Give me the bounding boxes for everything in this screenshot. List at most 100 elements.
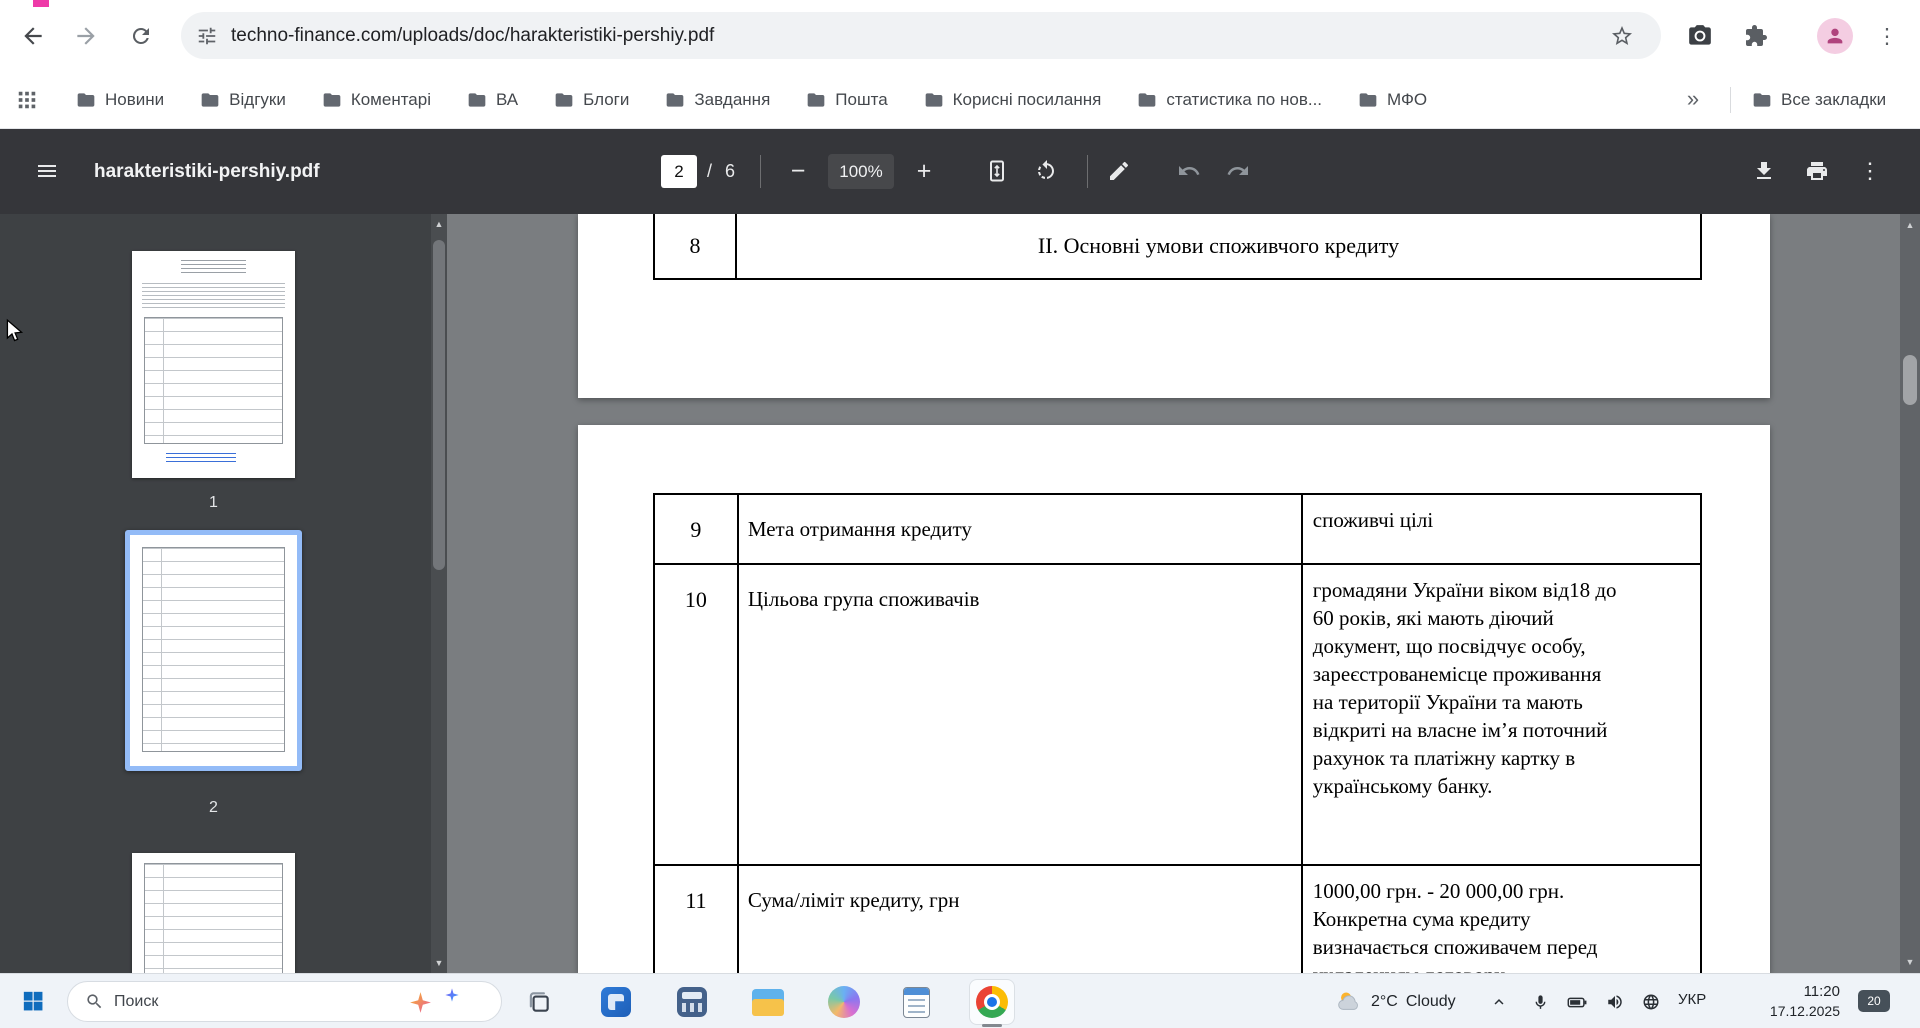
undo-button[interactable] [1168,150,1210,192]
extensions-button[interactable] [1735,15,1777,57]
search-placeholder: Поиск [114,992,159,1010]
reload-button[interactable] [120,15,162,57]
thumb-decoration [142,283,285,309]
star-icon [1612,26,1632,45]
network-tray-button[interactable] [1635,986,1667,1018]
folder-icon [924,90,944,110]
bookmark-star-button[interactable] [1601,15,1643,57]
pdf-page-1: 8 ІІ. Основні умови споживчого кредиту [578,214,1770,398]
row-number-cell: 9 [655,495,739,565]
download-button[interactable] [1743,150,1785,192]
row-value-cell: 1000,00 грн. - 20 000,00 грн. Конкретна … [1303,866,1703,973]
sidebar-scrollbar-thumb[interactable] [433,240,445,570]
row-label-cell: Сума/ліміт кредиту, грн [739,866,1303,973]
language-indicator[interactable]: УКР [1678,991,1706,1008]
page-number-input[interactable] [661,155,697,188]
chrome-icon [976,986,1008,1018]
back-button[interactable] [12,15,54,57]
thumb-decoration [142,547,285,752]
up-arrow-icon: ▲ [1905,219,1915,230]
pdf-title: harakteristiki-pershiy.pdf [94,161,320,182]
bookmark-label: Відгуки [229,89,286,109]
toolbar-divider [1087,155,1088,188]
bookmarks-overflow-button[interactable]: » [1678,84,1708,114]
taskbar-search-box[interactable]: Поиск [67,981,502,1022]
bookmark-folder-va[interactable]: ВА [467,90,518,110]
bookmark-label: Пошта [835,89,888,109]
thumbnail-page-3[interactable] [132,853,295,973]
print-button[interactable] [1796,150,1838,192]
bookmark-folder-statystyka[interactable]: статистика по нов... [1137,90,1322,110]
bookmark-label: Блоги [583,89,630,109]
profile-avatar[interactable] [1817,18,1853,54]
row-label-cell: Мета отримання кредиту [738,495,1303,565]
chrome-active-indicator [982,1024,1002,1027]
folder-icon [665,90,685,110]
rotate-button[interactable] [1025,150,1067,192]
hidden-icons-button[interactable] [1483,986,1515,1018]
scroll-down-button[interactable]: ▼ [1900,951,1920,973]
bookmark-folder-vidhuky[interactable]: Відгуки [200,90,286,110]
zoom-level[interactable]: 100% [828,154,894,189]
cloudy-weather-icon [1338,992,1358,1010]
sidebar-scroll-up-button[interactable]: ▲ [431,214,447,234]
browser-menu-button[interactable]: ⋮ [1866,15,1908,57]
all-bookmarks-button[interactable]: Все закладки [1752,71,1886,128]
file-explorer-button[interactable] [747,981,789,1023]
redo-button[interactable] [1217,150,1259,192]
sidebar-scrollbar[interactable]: ▲ ▼ [431,214,447,973]
sidebar-scroll-down-button[interactable]: ▼ [431,953,447,973]
fit-page-button[interactable] [976,150,1018,192]
bookmark-folder-komentari[interactable]: Коментарі [322,90,431,110]
row-number-cell: 11 [655,866,739,973]
battery-icon [1567,997,1587,1008]
bookmark-label: статистика по нов... [1166,89,1323,109]
weather-widget[interactable]: 2°C Cloudy [1336,981,1456,1022]
bookmark-folder-zavdannia[interactable]: Завдання [665,90,770,110]
calculator-button[interactable] [671,981,713,1023]
thumb-decoration [144,863,283,973]
annotate-button[interactable] [1098,150,1140,192]
pdf-menu-button[interactable]: ⋮ [1849,150,1891,192]
windows-taskbar: Поиск 2°C Cloudy УКР 11:20 17.12.2025 20 [0,973,1920,1028]
bookmark-folder-poshta[interactable]: Пошта [806,89,888,110]
address-bar[interactable]: techno-finance.com/uploads/doc/harakteri… [181,12,1661,59]
site-settings-icon[interactable] [196,25,218,47]
task-view-button[interactable] [518,981,560,1023]
forward-button[interactable] [65,15,107,57]
volume-tray-button[interactable] [1599,986,1631,1018]
zoom-out-button[interactable]: − [777,150,819,192]
pinned-app-button[interactable] [595,981,637,1023]
bookmark-folder-blohy[interactable]: Блоги [554,90,629,110]
download-icon [1757,162,1771,179]
scroll-up-button[interactable]: ▲ [1900,214,1920,236]
undo-icon [1179,166,1200,175]
chrome-button[interactable] [971,981,1013,1023]
plus-icon: + [916,156,932,185]
screenshot-extension-button[interactable] [1679,15,1721,57]
zoom-in-button[interactable]: + [903,150,945,192]
bookmark-folder-korysni-posylannia[interactable]: Корисні посилання [924,90,1101,110]
microphone-tray-button[interactable] [1524,986,1556,1018]
bookmark-label: Коментарі [350,89,431,109]
down-arrow-icon: ▼ [1905,956,1915,967]
bookmark-folder-mfo[interactable]: МФО [1358,90,1427,110]
copilot-icon [828,986,860,1018]
start-button[interactable] [14,982,52,1020]
thumbnail-page-1[interactable] [132,251,295,478]
battery-tray-button[interactable] [1561,986,1593,1018]
down-arrow-icon: ▼ [434,957,444,968]
thumbnail-page-2-selected[interactable] [125,530,302,771]
notification-count-badge[interactable]: 20 [1858,990,1890,1012]
document-scrollbar-thumb[interactable] [1903,355,1917,405]
calculator-icon [677,987,707,1017]
document-scrollbar[interactable]: ▲ ▼ [1900,214,1920,973]
notepad-button[interactable] [895,981,937,1023]
copilot-button[interactable] [823,981,865,1023]
table-row-8: 8 ІІ. Основні умови споживчого кредиту [653,214,1702,280]
clock-widget[interactable]: 11:20 17.12.2025 [1742,982,1840,1021]
bookmarks-bar: Новини Відгуки Коментарі ВА Блоги Завдан… [0,71,1920,129]
bookmark-folder-novyny[interactable]: Новини [76,90,164,110]
pdf-sidebar-toggle-button[interactable] [26,150,68,192]
apps-grid-button[interactable] [14,87,40,113]
